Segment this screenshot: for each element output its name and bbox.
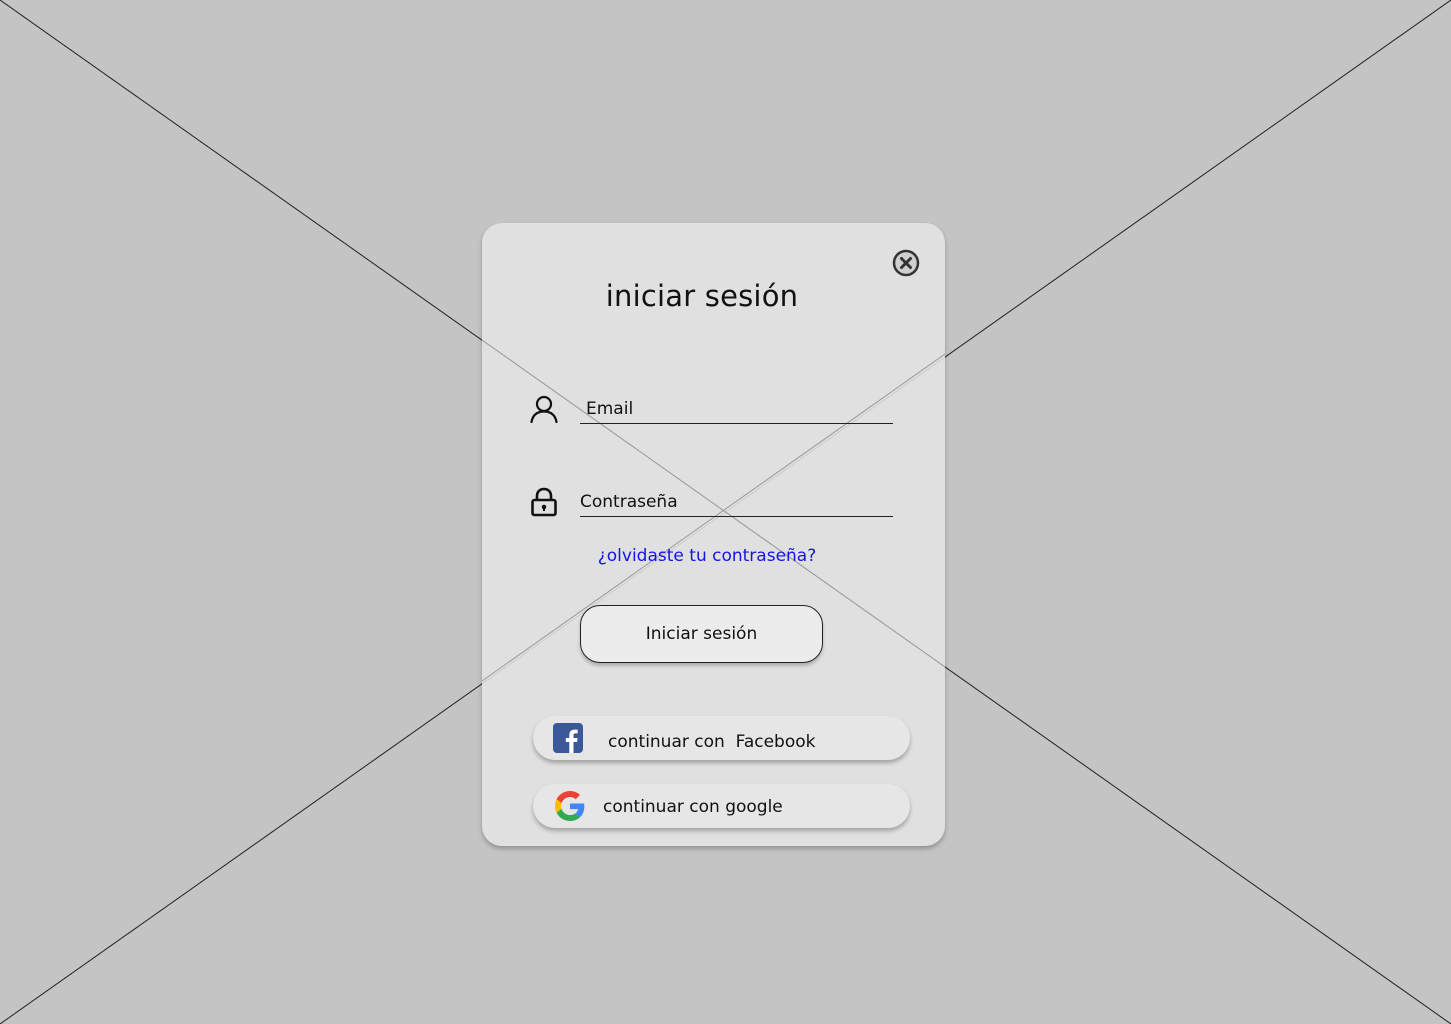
login-button[interactable]: Iniciar sesión [580,605,823,663]
close-circle-icon[interactable] [892,249,920,277]
google-login-button[interactable]: continuar con google [533,784,910,828]
lock-icon [528,486,560,518]
email-field[interactable] [580,394,893,424]
google-icon [555,791,585,821]
facebook-login-button[interactable]: continuar con Facebook [533,716,910,760]
page-title: iniciar sesión [605,279,799,313]
login-modal: iniciar sesión ¿olvidaste tu contraseña?… [482,223,945,846]
forgot-password-link[interactable]: ¿olvidaste tu contraseña? [482,546,932,566]
facebook-icon [553,723,583,753]
user-icon [528,394,560,426]
facebook-button-label: continuar con Facebook [608,732,816,752]
password-field[interactable] [580,487,893,517]
google-button-label: continuar con google [603,797,783,817]
